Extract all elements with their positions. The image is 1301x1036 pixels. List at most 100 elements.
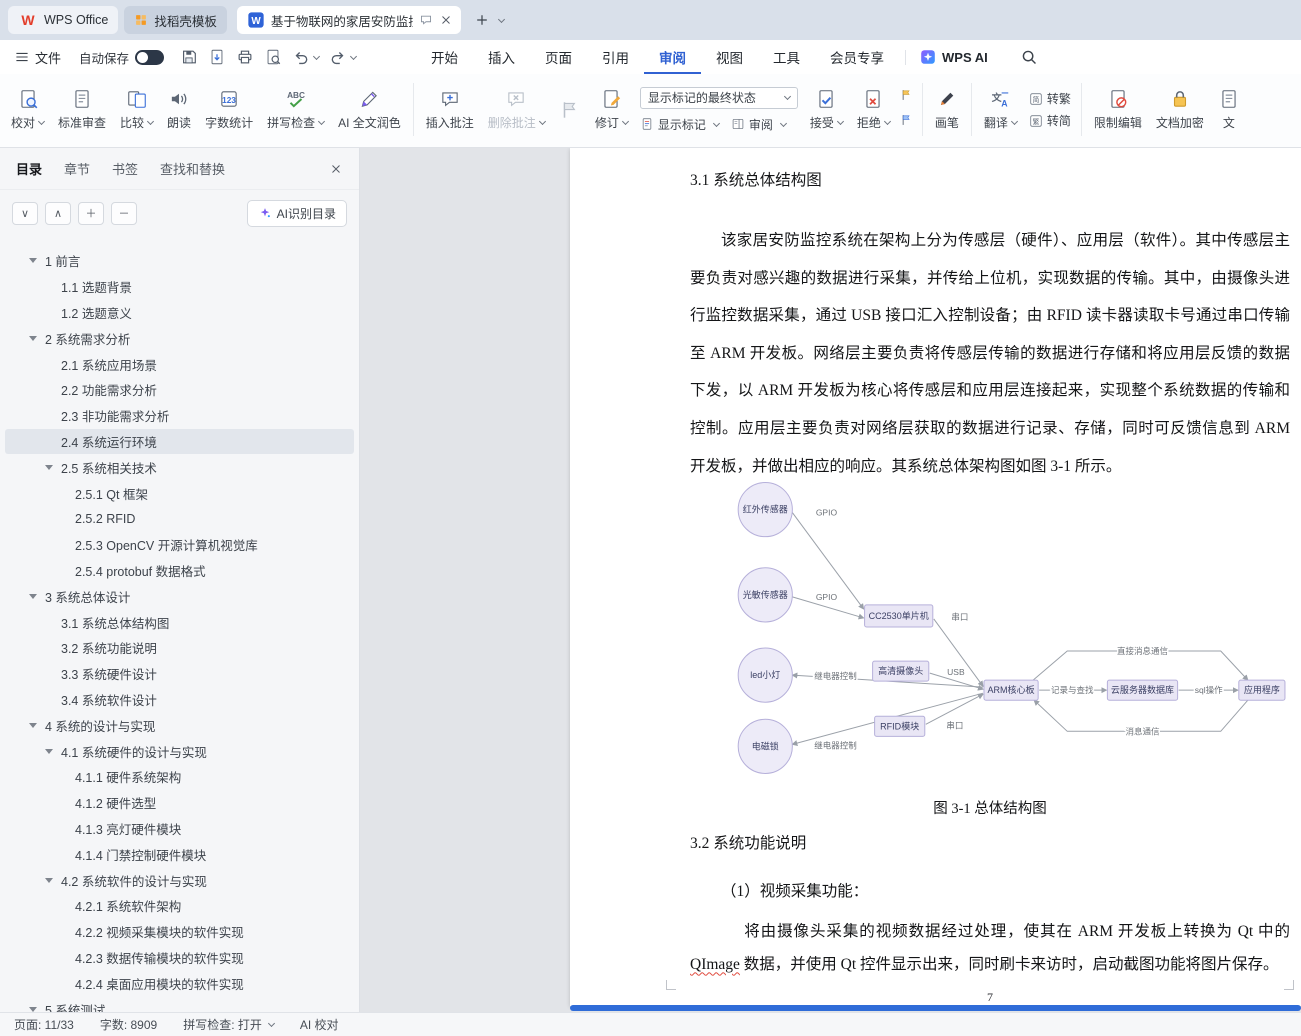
toc-expand-caret[interactable] <box>29 1006 45 1012</box>
print-preview-button[interactable] <box>260 44 286 70</box>
toc-item[interactable]: 2.5 系统相关技术 <box>5 454 354 480</box>
tab-page[interactable]: 页面 <box>530 40 587 74</box>
insert-comment-button[interactable]: 插入批注 <box>419 85 481 134</box>
toc-item[interactable]: 4.1.2 硬件选型 <box>5 790 354 816</box>
toc-item[interactable]: 2.5.4 protobuf 数据格式 <box>5 558 354 584</box>
encrypt-document-button[interactable]: 文档加密 <box>1149 85 1211 134</box>
page-indicator[interactable]: 页面: 11/33 <box>14 1016 74 1033</box>
tab-document[interactable]: W 基于物联网的家居安防监控系 <box>236 6 461 34</box>
autosave-control[interactable]: 自动保存 <box>79 48 165 67</box>
toc-expand-caret[interactable] <box>29 335 45 341</box>
toc-item[interactable]: 2.5.1 Qt 框架 <box>5 480 354 506</box>
reject-change-button[interactable]: 拒绝 <box>850 85 897 134</box>
tab-template-store[interactable]: 找稻壳模板 <box>124 6 227 34</box>
toc-expand-caret[interactable] <box>45 748 61 754</box>
sidebar-tab-contents[interactable]: 目录 <box>16 159 42 178</box>
toc-item[interactable]: 2.3 非功能需求分析 <box>5 403 354 429</box>
search-button[interactable] <box>1020 48 1038 66</box>
zoom-in-button[interactable]: ＋ <box>78 201 104 225</box>
review-pane-button[interactable]: 审阅 <box>731 116 787 133</box>
word-count-indicator[interactable]: 字数: 8909 <box>100 1016 157 1033</box>
toc-item[interactable]: 2.5.3 OpenCV 开源计算机视觉库 <box>5 532 354 558</box>
spell-check-button[interactable]: ABC 拼写检查 <box>260 85 331 134</box>
revoke-comment-button[interactable] <box>552 96 588 124</box>
toc-item[interactable]: 4.1.3 亮灯硬件模块 <box>5 816 354 842</box>
to-simplified-button[interactable]: 繁转简 <box>1029 112 1071 129</box>
standard-review-button[interactable]: 标准审查 <box>51 85 113 134</box>
autosave-toggle[interactable] <box>135 49 165 65</box>
toc-item[interactable]: 3 系统总体设计 <box>5 583 354 609</box>
toc-item[interactable]: 4.2.3 数据传输模块的软件实现 <box>5 945 354 971</box>
next-change-button[interactable] <box>900 113 914 132</box>
track-changes-button[interactable]: 修订 <box>588 85 635 134</box>
toc-item[interactable]: 4.2.2 视频采集模块的软件实现 <box>5 919 354 945</box>
read-aloud-button[interactable]: 朗读 <box>160 85 198 134</box>
toc-item[interactable]: 4.1.4 门禁控制硬件模块 <box>5 841 354 867</box>
toc-item[interactable]: 2.4 系统运行环境 <box>5 428 354 455</box>
new-tab-button[interactable] <box>469 7 495 33</box>
toc-item[interactable]: 1.1 选题背景 <box>5 274 354 300</box>
expand-all-button[interactable]: ∨ <box>12 201 38 225</box>
previous-change-button[interactable] <box>900 88 914 107</box>
toc-expand-caret[interactable] <box>45 877 61 883</box>
file-menu-button[interactable]: 文件 <box>4 40 71 74</box>
sidebar-tab-find-replace[interactable]: 查找和替换 <box>160 159 225 178</box>
close-sidebar-button[interactable] <box>329 162 343 176</box>
horizontal-scrollbar[interactable] <box>570 1005 1301 1011</box>
toc-item[interactable]: 3.2 系统功能说明 <box>5 635 354 661</box>
save-button[interactable] <box>176 44 202 70</box>
tab-view[interactable]: 视图 <box>701 40 758 74</box>
tab-insert[interactable]: 插入 <box>473 40 530 74</box>
toc-item[interactable]: 3.3 系统硬件设计 <box>5 661 354 687</box>
toc-item[interactable]: 2.1 系统应用场景 <box>5 351 354 377</box>
tab-review[interactable]: 审阅 <box>644 40 701 74</box>
show-markup-button[interactable]: 显示标记 <box>640 116 720 133</box>
toc-item[interactable]: 3.4 系统软件设计 <box>5 687 354 713</box>
zoom-out-button[interactable]: － <box>111 201 137 225</box>
toc-item[interactable]: 4.1.1 硬件系统架构 <box>5 764 354 790</box>
toc-item[interactable]: 4 系统的设计与实现 <box>5 712 354 738</box>
wps-ai-button[interactable]: WPS AI <box>912 49 996 65</box>
undo-button[interactable] <box>288 44 323 70</box>
redo-button[interactable] <box>325 44 360 70</box>
comment-bubble-icon[interactable] <box>419 13 433 27</box>
tab-member[interactable]: 会员专享 <box>815 40 899 74</box>
restrict-edit-button[interactable]: 限制编辑 <box>1087 85 1149 134</box>
translate-button[interactable]: 文 A 翻译 <box>977 85 1024 134</box>
close-tab-icon[interactable] <box>439 13 453 27</box>
pen-button[interactable]: 画笔 <box>928 85 966 134</box>
sidebar-tab-chapters[interactable]: 章节 <box>64 159 90 178</box>
toc-item[interactable]: 1 前言 <box>5 248 354 274</box>
document-page[interactable]: 3.1 系统总体结构图 该家居安防监控系统在架构上分为传感层（硬件）、应用层（软… <box>570 148 1301 1006</box>
accept-change-button[interactable]: 接受 <box>803 85 850 134</box>
tab-wps-office[interactable]: W WPS Office <box>8 6 119 34</box>
toc-expand-caret[interactable] <box>29 722 45 728</box>
ai-recognize-toc-button[interactable]: AI识别目录 <box>246 199 347 227</box>
word-count-button[interactable]: 123 字数统计 <box>198 85 260 134</box>
export-button[interactable] <box>204 44 230 70</box>
toc-item[interactable]: 3.1 系统总体结构图 <box>5 609 354 635</box>
ai-proofread-status[interactable]: AI 校对 <box>300 1016 339 1033</box>
tab-list-chevron-icon[interactable] <box>497 15 505 23</box>
toc-item[interactable]: 4.1 系统硬件的设计与实现 <box>5 738 354 764</box>
sidebar-tab-bookmarks[interactable]: 书签 <box>112 159 138 178</box>
toc-item[interactable]: 4.2.1 系统软件架构 <box>5 893 354 919</box>
compare-button[interactable]: 比较 <box>113 85 160 134</box>
markup-state-dropdown[interactable]: 显示标记的最终状态 <box>639 86 798 109</box>
clipped-ribbon-button[interactable]: 文 <box>1211 85 1247 134</box>
toc-item[interactable]: 4.2.4 桌面应用模块的软件实现 <box>5 970 354 996</box>
toc-item[interactable]: 2.5.2 RFID <box>5 506 354 532</box>
tab-tools[interactable]: 工具 <box>758 40 815 74</box>
print-button[interactable] <box>232 44 258 70</box>
toc-expand-caret[interactable] <box>45 464 61 470</box>
to-traditional-button[interactable]: 简转繁 <box>1029 90 1071 107</box>
toc-item[interactable]: 2 系统需求分析 <box>5 325 354 351</box>
collapse-all-button[interactable]: ∧ <box>45 201 71 225</box>
toc-item[interactable]: 4.2 系统软件的设计与实现 <box>5 867 354 893</box>
tab-home[interactable]: 开始 <box>416 40 473 74</box>
delete-comment-button[interactable]: 删除批注 <box>481 85 552 134</box>
ai-polish-button[interactable]: AI 全文润色 <box>331 85 408 134</box>
toc-item[interactable]: 5 系统测试 <box>5 996 354 1012</box>
toc-item[interactable]: 2.2 功能需求分析 <box>5 377 354 403</box>
toc-expand-caret[interactable] <box>29 258 45 264</box>
